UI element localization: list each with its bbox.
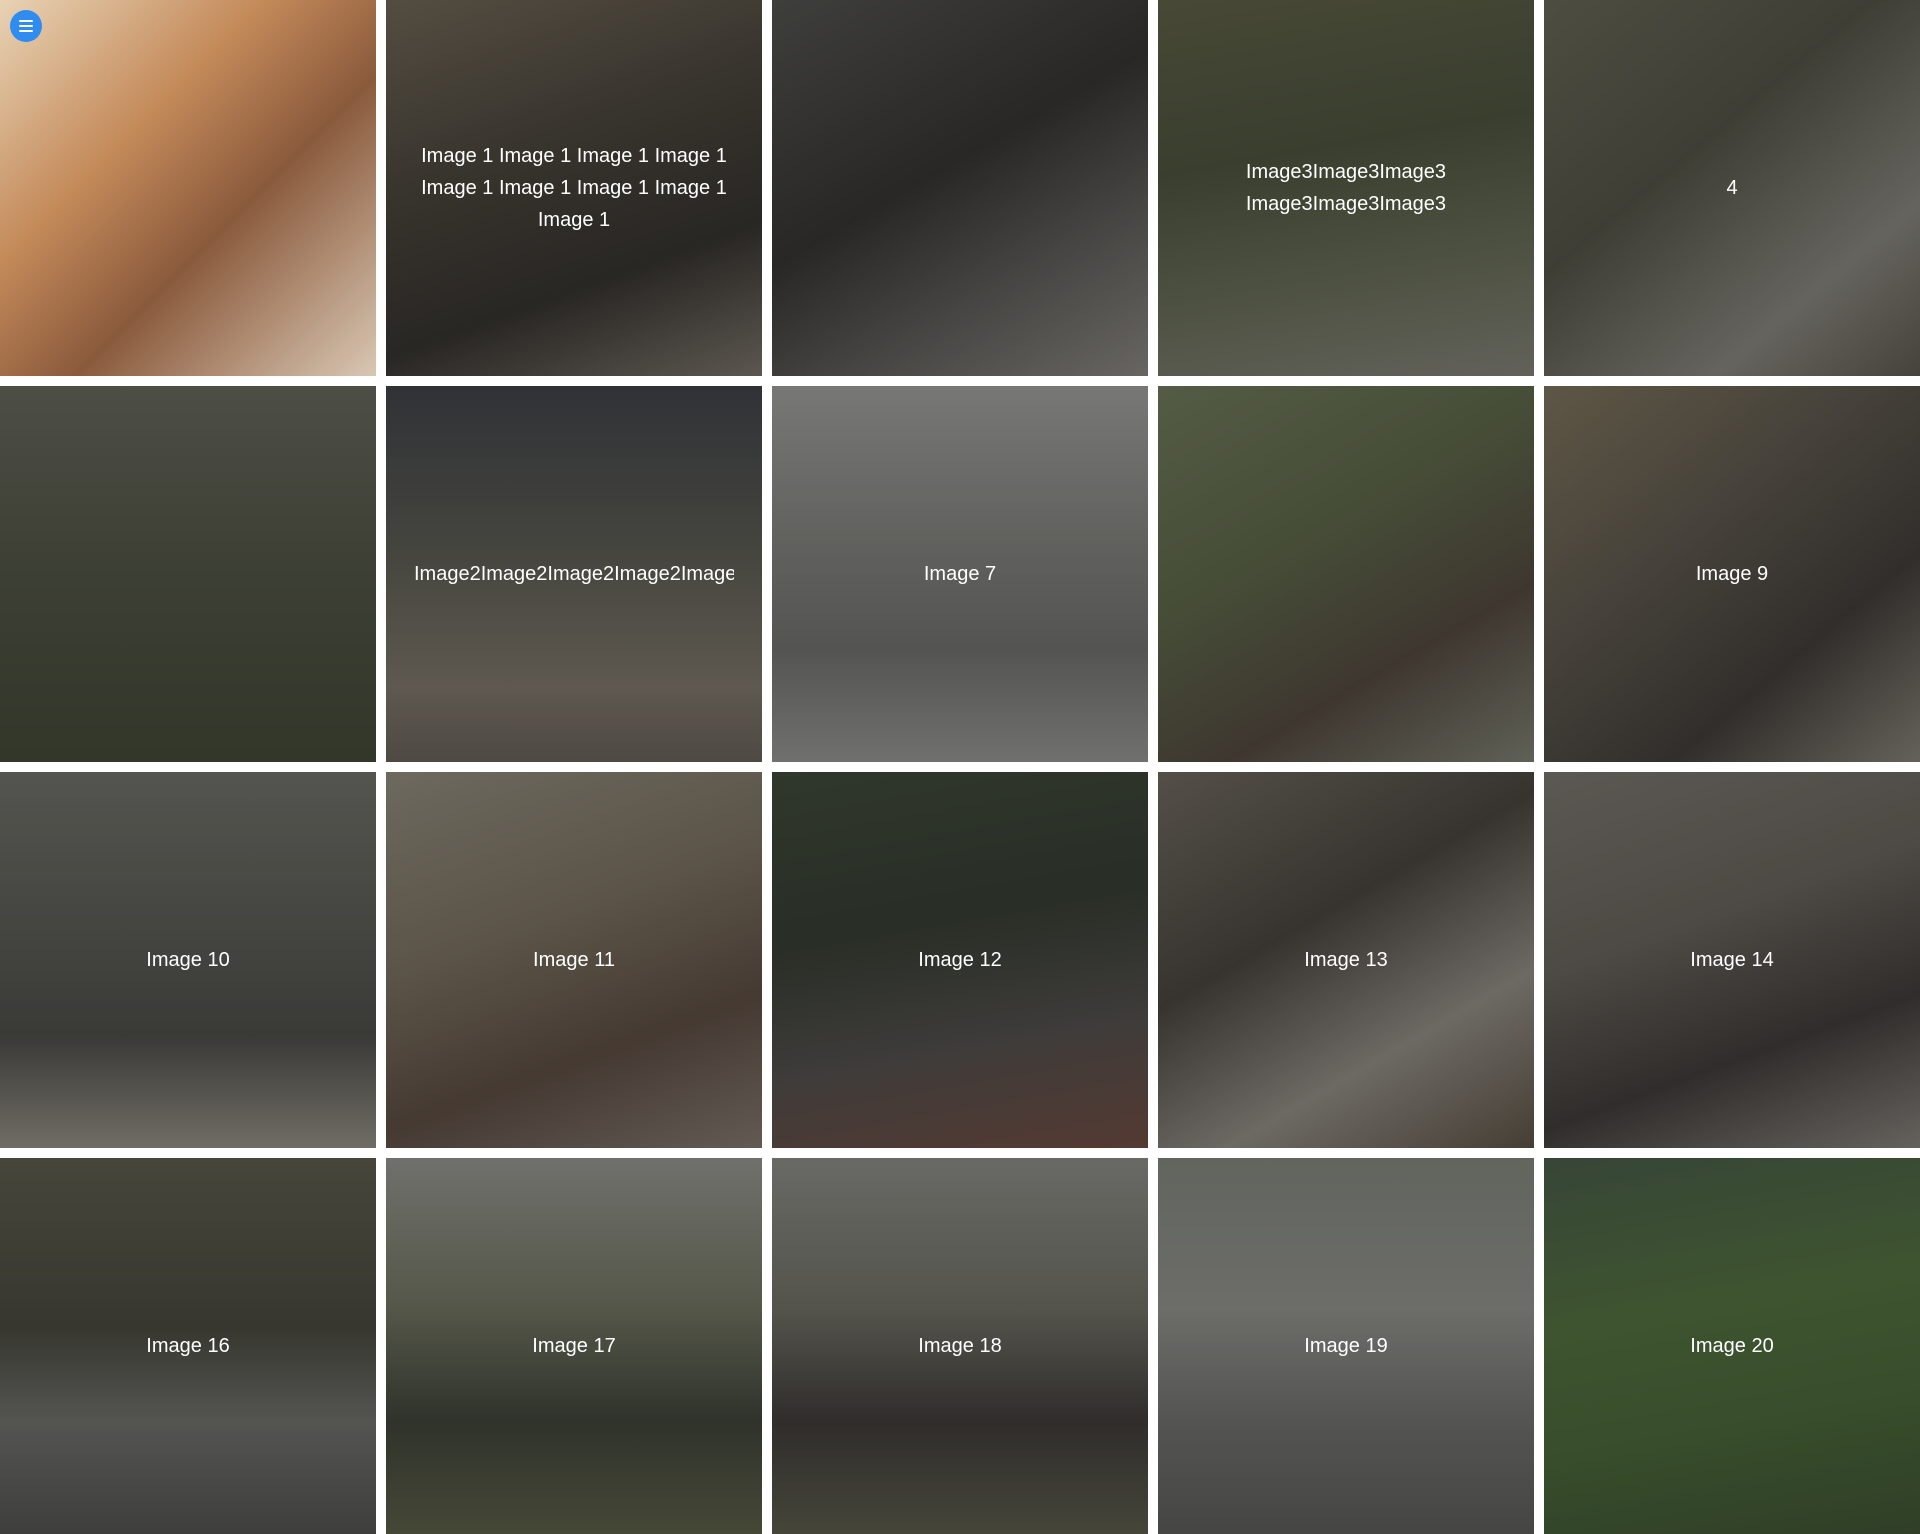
gallery-tile[interactable]: Image 17 (386, 1158, 762, 1534)
tile-caption: Image3Image3Image3 Image3Image3Image3 (1245, 161, 1447, 215)
gallery-tile[interactable] (0, 386, 376, 762)
gallery-tile[interactable]: Image 20 (1544, 1158, 1920, 1534)
tile-caption: 4 (1726, 177, 1738, 199)
tile-caption (800, 0, 1120, 376)
tile-caption: Image 7 (923, 563, 997, 585)
gallery-tile[interactable]: Image 19 (1158, 1158, 1534, 1534)
tile-caption: Image 10 (146, 949, 230, 971)
gallery-tile[interactable]: Image 12 (772, 772, 1148, 1148)
gallery-tile[interactable]: Image 7 (772, 386, 1148, 762)
tile-caption: Image 20 (1690, 1335, 1774, 1357)
tile-caption: Image 9 (1695, 563, 1769, 585)
gallery-tile[interactable]: Image 9 (1544, 386, 1920, 762)
gallery-tile[interactable]: Image 11 (386, 772, 762, 1148)
gallery-tile[interactable]: Image 18 (772, 1158, 1148, 1534)
tile-caption: Image 17 (532, 1335, 616, 1357)
gallery-tile[interactable]: Image 10 (0, 772, 376, 1148)
hamburger-menu-icon (19, 20, 33, 32)
gallery-tile[interactable]: Image 13 (1158, 772, 1534, 1148)
gallery-tile[interactable] (1158, 386, 1534, 762)
gallery-tile[interactable]: Image 16 (0, 1158, 376, 1534)
image-gallery: Image 1 Image 1 Image 1 Image 1 Image 1 … (0, 0, 1920, 1534)
tile-caption (1186, 386, 1506, 762)
tile-caption: Image 11 (533, 949, 615, 971)
gallery-tile[interactable]: Image3Image3Image3 Image3Image3Image3 (1158, 0, 1534, 376)
tile-caption: Image 18 (918, 1335, 1002, 1357)
tile-caption: Image2Image2Image2Image2Image2 (414, 563, 734, 585)
gallery-tile[interactable] (0, 0, 376, 376)
tile-caption: Image 12 (918, 949, 1002, 971)
gallery-tile[interactable]: Image 1 Image 1 Image 1 Image 1 Image 1 … (386, 0, 762, 376)
tile-caption: Image 16 (146, 1335, 230, 1357)
gallery-tile[interactable]: Image 14 (1544, 772, 1920, 1148)
tile-caption: Image 14 (1690, 949, 1774, 971)
tile-caption: Image 1 Image 1 Image 1 Image 1 Image 1 … (421, 145, 727, 231)
gallery-tile[interactable]: Image2Image2Image2Image2Image2 (386, 386, 762, 762)
gallery-tile[interactable]: 4 (1544, 0, 1920, 376)
menu-button[interactable] (10, 10, 42, 42)
tile-caption (28, 386, 348, 762)
gallery-tile[interactable] (772, 0, 1148, 376)
tile-caption (28, 0, 348, 376)
tile-caption: Image 13 (1304, 949, 1388, 971)
tile-caption: Image 19 (1304, 1335, 1388, 1357)
